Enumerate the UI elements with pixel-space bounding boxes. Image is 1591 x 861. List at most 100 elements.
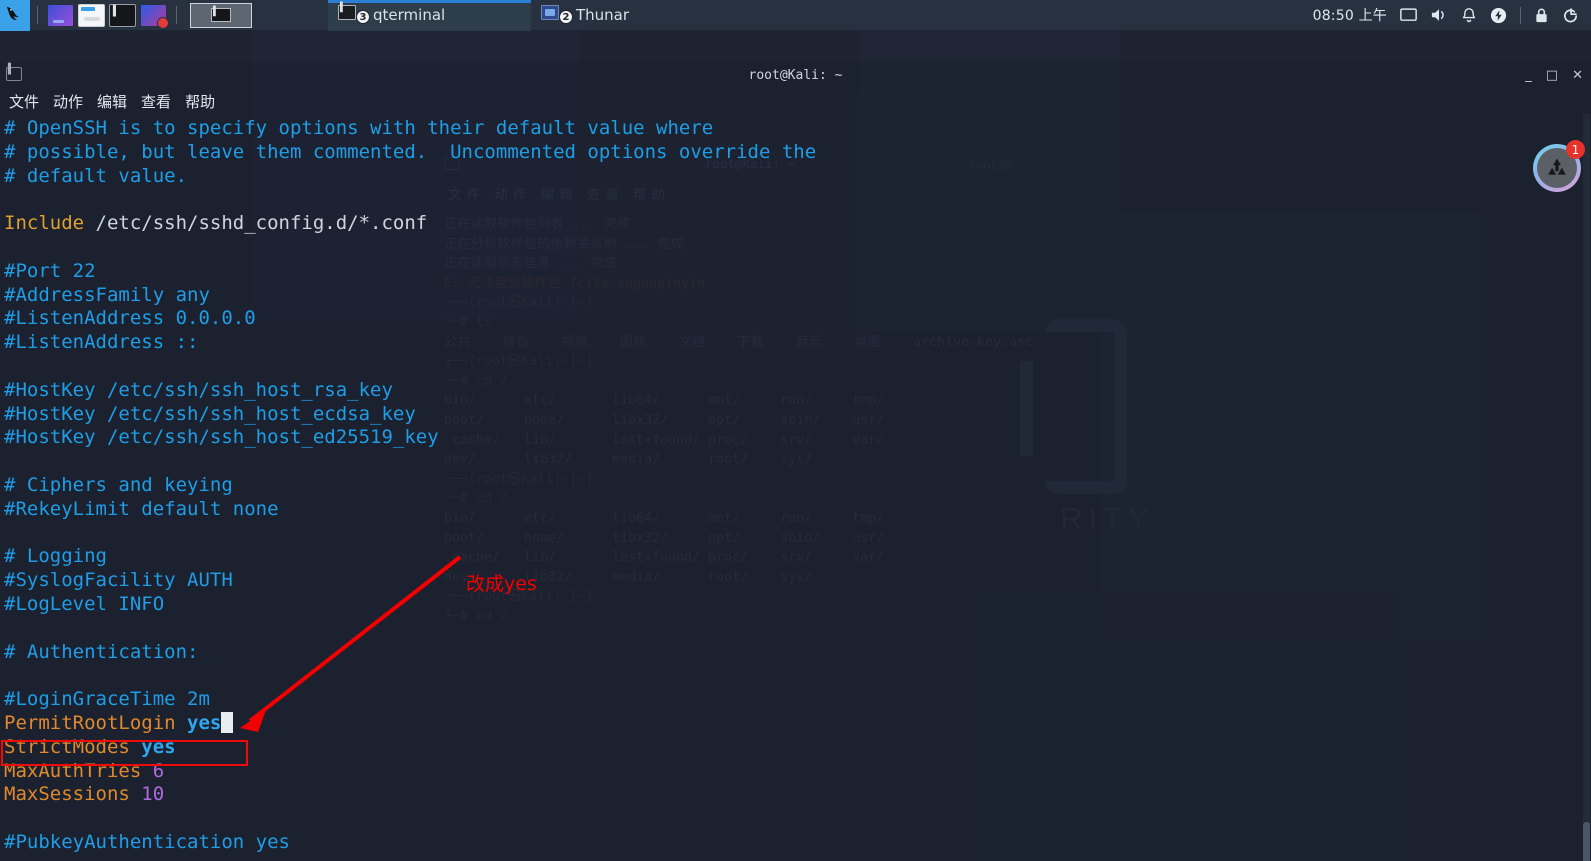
floating-recorder-widget[interactable]: 1	[1533, 140, 1585, 192]
editor-line[interactable]: #RekeyLimit default none	[4, 498, 1591, 522]
show-desktop-button[interactable]	[190, 2, 252, 28]
editor-line[interactable]: # default value.	[4, 165, 1591, 189]
task-qterminal[interactable]: 3 qterminal	[328, 0, 531, 31]
volume-icon[interactable]	[1430, 7, 1448, 23]
editor-line[interactable]: # Logging	[4, 545, 1591, 569]
scrollbar-track[interactable]	[1583, 114, 1590, 861]
config-key: MaxSessions	[4, 783, 142, 806]
terminal-window-icon	[6, 64, 22, 81]
annotation-label: 改成yes	[466, 573, 537, 595]
editor-line[interactable]	[4, 522, 1591, 546]
comment-text: #HostKey /etc/ssh/ssh_host_ecdsa_key	[4, 402, 416, 425]
editor-line[interactable]: #SyslogFacility AUTH	[4, 569, 1591, 593]
editor-line[interactable]: #LogLevel INFO	[4, 593, 1591, 617]
kali-dragon-logo[interactable]	[0, 0, 30, 31]
comment-text: #SyslogFacility AUTH	[4, 569, 233, 592]
window-thumb-icon	[211, 7, 231, 22]
power-flash-icon[interactable]	[1490, 7, 1507, 24]
editor-line[interactable]: # Authentication:	[4, 641, 1591, 665]
terminal-titlebar[interactable]: root@Kali: ~ _ □ ✕	[0, 62, 1591, 88]
editor-line[interactable]	[4, 450, 1591, 474]
comment-text: #RekeyLimit default none	[4, 497, 279, 520]
editor-line[interactable]: # OpenSSH is to specify options with the…	[4, 117, 1591, 141]
notification-bell-icon[interactable]	[1461, 7, 1477, 24]
editor-line[interactable]	[4, 807, 1591, 831]
screen-recorder-launcher[interactable]	[140, 3, 169, 29]
taskbar-divider-1	[37, 6, 38, 24]
include-keyword: Include	[4, 212, 85, 235]
lock-icon[interactable]	[1534, 7, 1549, 24]
editor-content[interactable]: # OpenSSH is to specify options with the…	[0, 117, 1591, 861]
comment-text: #PubkeyAuthentication yes	[4, 830, 290, 853]
config-key: StrictModes	[4, 735, 142, 758]
comment-text: # default value.	[4, 164, 188, 187]
editor-line[interactable]	[4, 617, 1591, 641]
minimize-button[interactable]: _	[1525, 68, 1532, 83]
maximize-button[interactable]: □	[1546, 68, 1558, 83]
taskbar-divider-2	[176, 6, 177, 24]
monitor-launcher[interactable]	[47, 3, 74, 27]
editor-line[interactable]: # Ciphers and keying	[4, 474, 1591, 498]
clock[interactable]: 08:50 上午	[1313, 5, 1387, 25]
editor-line[interactable]: #Port 22	[4, 260, 1591, 284]
editor-line[interactable]: #HostKey /etc/ssh/ssh_host_rsa_key	[4, 379, 1591, 403]
editor-line[interactable]	[4, 188, 1591, 212]
menu-help[interactable]: 帮助	[185, 91, 215, 112]
editor-line-highlighted[interactable]: PermitRootLogin yes	[4, 711, 1591, 736]
folder-icon	[541, 5, 559, 20]
editor-line[interactable]: #PubkeyAuthentication yes	[4, 831, 1591, 855]
menu-view[interactable]: 查看	[141, 91, 171, 112]
editor-line[interactable]: StrictModes yes	[4, 736, 1591, 760]
menubar: 文件 动作 编辑 查看 帮助	[0, 88, 1591, 114]
editor-line[interactable]: Include /etc/ssh/sshd_config.d/*.conf	[4, 212, 1591, 236]
task-qterminal-label: qterminal	[373, 6, 446, 24]
close-button[interactable]: ✕	[1572, 68, 1583, 83]
thunar-window-count: 2	[559, 10, 573, 24]
task-thunar[interactable]: 2 Thunar	[531, 0, 701, 31]
terminal-launcher[interactable]	[109, 3, 136, 27]
comment-text: # OpenSSH is to specify options with the…	[4, 117, 714, 139]
terminal-window: root@Kali: ~ _ □ ✕ 文件 动作 编辑 查看 帮助 # Open…	[0, 62, 1591, 861]
menu-action[interactable]: 动作	[53, 91, 83, 112]
comment-text: #ListenAddress 0.0.0.0	[4, 307, 256, 330]
editor-line[interactable]: #HostKey /etc/ssh/ssh_host_ecdsa_key	[4, 403, 1591, 427]
comment-text: #HostKey /etc/ssh/ssh_host_rsa_key	[4, 378, 393, 401]
task-thunar-label: Thunar	[576, 6, 630, 24]
config-value: yes	[141, 735, 176, 758]
scrollbar-thumb[interactable]	[1583, 822, 1590, 861]
comment-text: #AddressFamily any	[4, 283, 210, 306]
editor-line[interactable]: #ListenAddress 0.0.0.0	[4, 307, 1591, 331]
config-value: 10	[141, 783, 165, 806]
taskbar: 3 qterminal 2 Thunar 08:50 上午	[0, 0, 1591, 31]
editor-line[interactable]: #ListenAddress ::	[4, 331, 1591, 355]
editor-line[interactable]: # possible, but leave them commented. Un…	[4, 141, 1591, 165]
comment-text: #ListenAddress ::	[4, 331, 199, 354]
display-icon[interactable]	[1400, 7, 1417, 23]
config-value: yes	[187, 711, 222, 734]
logout-icon[interactable]	[1562, 7, 1579, 24]
editor-line[interactable]	[4, 355, 1591, 379]
window-controls: _ □ ✕	[1525, 62, 1583, 88]
editor-line[interactable]: #AddressFamily any	[4, 284, 1591, 308]
config-key: MaxAuthTries	[4, 759, 153, 782]
editor-line[interactable]	[4, 236, 1591, 260]
menu-edit[interactable]: 编辑	[97, 91, 127, 112]
include-path: /etc/ssh/sshd_config.d/*.conf	[84, 212, 428, 235]
config-value: 6	[152, 759, 165, 782]
editor-line[interactable]: #LoginGraceTime 2m	[4, 688, 1591, 712]
editor-line[interactable]: #HostKey /etc/ssh/ssh_host_ed25519_key	[4, 426, 1591, 450]
editor-line[interactable]: MaxAuthTries 6	[4, 760, 1591, 784]
config-key: PermitRootLogin	[4, 711, 188, 734]
comment-text: # Logging	[4, 545, 107, 568]
qterminal-window-count: 3	[356, 10, 370, 24]
tray-divider	[1520, 6, 1521, 24]
comment-text: # Ciphers and keying	[4, 473, 233, 496]
editor-line[interactable]	[4, 664, 1591, 688]
thunar-icon-wrap: 2	[541, 5, 573, 25]
menu-file[interactable]: 文件	[9, 91, 39, 112]
desktop: RITY root@Kali: ~ root@K 文件 动作 编辑 查看 帮助 …	[0, 31, 1591, 861]
file-manager-launcher[interactable]	[78, 3, 105, 27]
editor-line[interactable]: MaxSessions 10	[4, 783, 1591, 807]
window-title: root@Kali: ~	[748, 67, 843, 83]
comment-text: #Port 22	[4, 259, 96, 282]
